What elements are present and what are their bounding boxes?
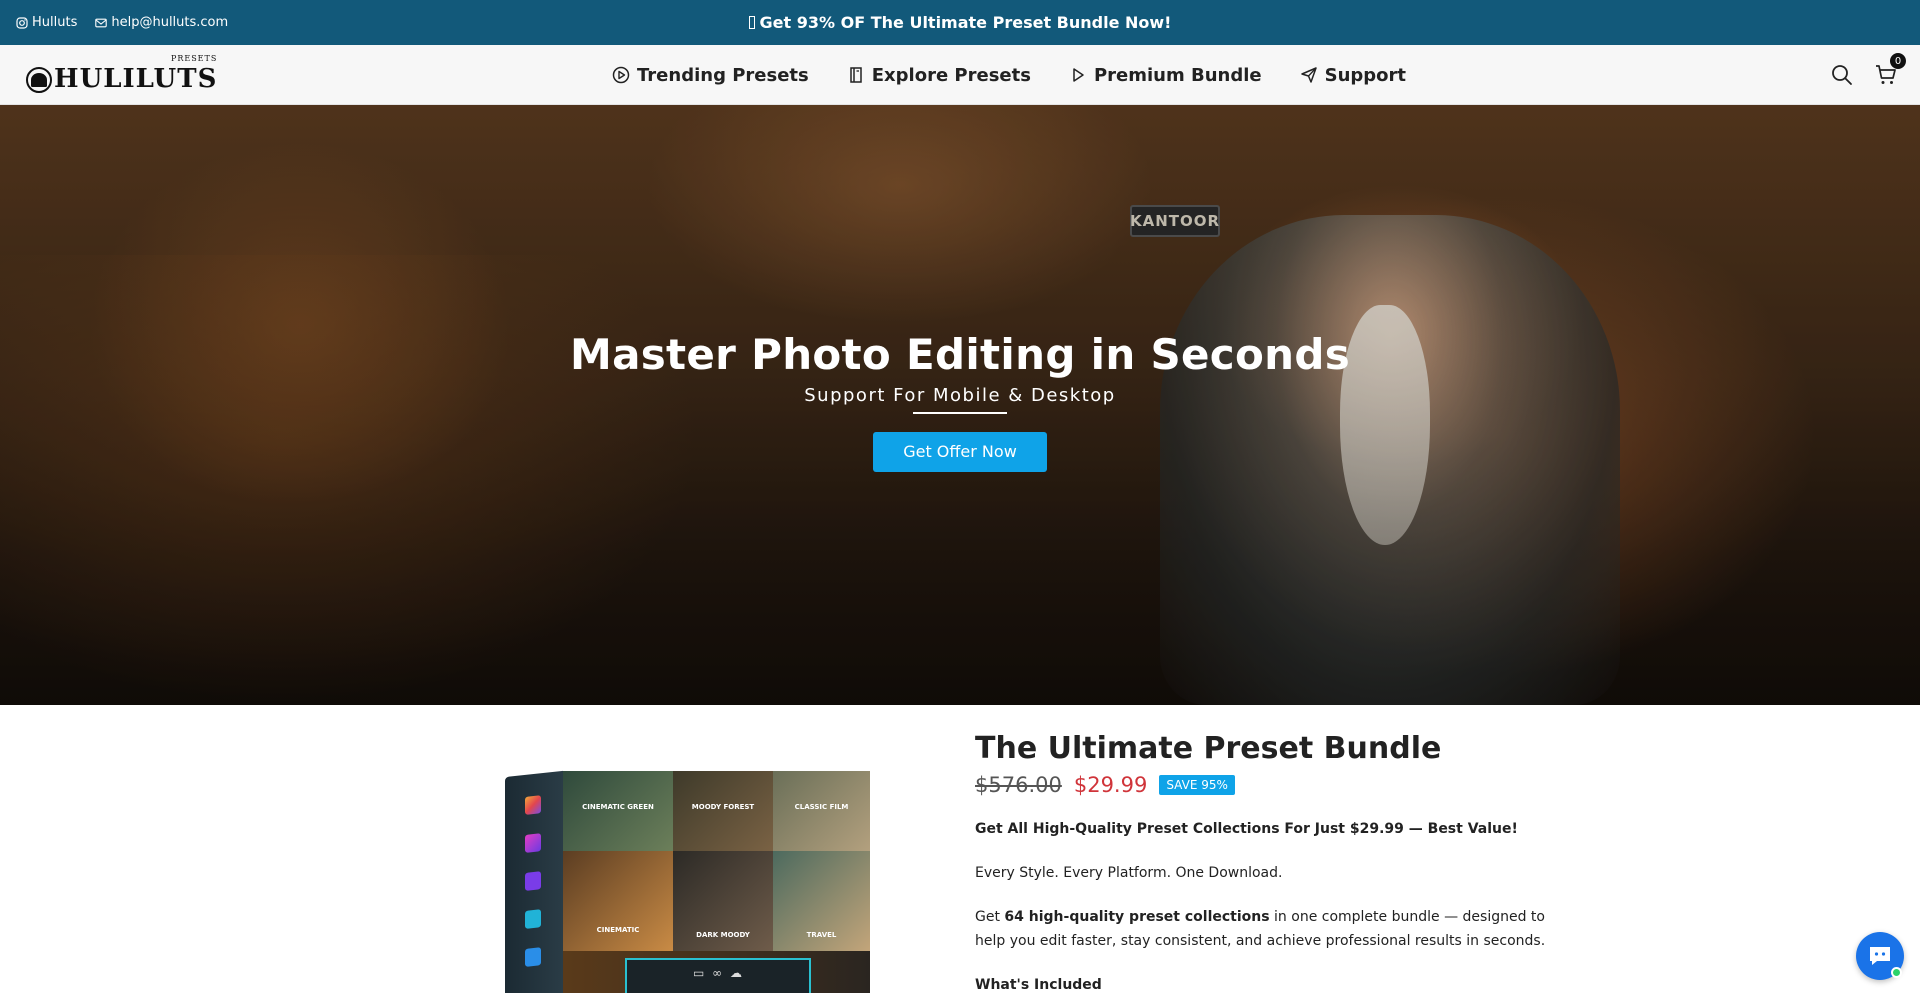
placeholder-glyph-icon [748,16,755,29]
product-lead: Get All High-Quality Preset Collections … [975,821,1518,837]
whats-included-heading: What's Included [975,977,1102,993]
hero-divider [913,412,1007,414]
app-logo-icon [525,795,541,815]
box-info-panel: ▭ ∞ ☁ [625,958,811,993]
play-icon [1073,68,1084,82]
product-tagline: Every Style. Every Platform. One Downloa… [975,865,1283,881]
promo-message[interactable]: Get 93% OF The Ultimate Preset Bundle No… [0,0,1920,45]
save-badge: SAVE 95% [1159,775,1235,795]
product-title: The Ultimate Preset Bundle [975,731,1442,766]
chat-bot-icon [1870,947,1890,965]
site-logo[interactable]: HULILUTS PRESETS [26,54,218,94]
product-info: The Ultimate Preset Bundle $576.00 $29.9… [975,705,1555,993]
preview-label: TRAVEL [806,931,837,939]
box-spine [505,770,563,993]
main-nav: Trending Presets Explore Presets Premium… [612,45,1406,105]
nav-explore-presets[interactable]: Explore Presets [847,65,1031,86]
description-start: Get [975,909,1005,925]
product-description: Get 64 high-quality preset collections i… [975,905,1555,953]
app-logo-icon [525,909,541,929]
logo-tagline: PRESETS [170,54,218,63]
nav-label: Trending Presets [637,64,809,86]
get-offer-button[interactable]: Get Offer Now [873,432,1047,472]
cart-count-badge: 0 [1890,53,1906,69]
nav-label: Premium Bundle [1093,64,1262,86]
hero-title: Master Photo Editing in Seconds [569,330,1350,379]
preview-tile: DARK MOODY [673,851,773,951]
book-icon [850,67,862,83]
preview-tile: MOODY FOREST [673,771,773,851]
hero-banner: KANTOOR Master Photo Editing in Seconds … [0,105,1920,705]
description-highlight: 64 high-quality preset collections [1004,909,1270,925]
preview-tile: CINEMATIC [563,851,673,951]
platform-icons: ▭ ∞ ☁ [693,966,744,980]
online-status-dot [1891,967,1902,978]
preview-tile: CLASSIC FILM [773,771,870,851]
palm-tree-logo-icon [26,67,52,93]
app-logo-icon [525,947,541,967]
nav-label: Explore Presets [871,64,1031,86]
announcement-bar: Hulluts help@hulluts.com Get 93% OF The … [0,0,1920,45]
header-actions: 0 [1830,45,1906,105]
nav-premium-bundle[interactable]: Premium Bundle [1069,65,1262,86]
promo-text: Get 93% OF The Ultimate Preset Bundle No… [759,13,1172,32]
search-button[interactable] [1830,63,1854,87]
sale-price: $29.99 [1073,773,1148,797]
preview-label: CINEMATIC [596,926,640,934]
preview-tile: CINEMATIC GREEN [563,771,673,851]
app-logo-icon [525,871,541,891]
hero-subtitle: Support For Mobile & Desktop [804,385,1116,406]
hero-content: Master Photo Editing in Seconds Support … [0,330,1920,472]
product-section: CINEMATIC GREEN MOODY FOREST CLASSIC FIL… [0,705,1920,993]
nav-label: Support [1324,64,1407,86]
logo-wordmark: HULILUTS [54,64,218,94]
nav-support[interactable]: Support [1300,65,1406,86]
preview-tile: TRAVEL [773,851,870,951]
nav-trending-presets[interactable]: Trending Presets [612,65,809,86]
box-front: CINEMATIC GREEN MOODY FOREST CLASSIC FIL… [563,771,870,993]
price-row: $576.00 $29.99 SAVE 95% [975,769,1555,801]
compare-price: $576.00 [975,773,1062,797]
preview-label: DARK MOODY [696,931,750,939]
site-header: HULILUTS PRESETS Trending Presets Explor… [0,45,1920,105]
preview-label: CINEMATIC GREEN [582,803,654,811]
send-icon [1300,67,1317,83]
preview-label: MOODY FOREST [691,803,755,811]
preview-label: CLASSIC FILM [794,803,849,811]
product-box-image[interactable]: CINEMATIC GREEN MOODY FOREST CLASSIC FIL… [505,767,870,993]
app-logo-icon [525,833,541,853]
search-icon [1832,65,1852,85]
play-circle-icon [612,66,630,84]
chat-widget-button[interactable] [1856,932,1904,980]
cart-button[interactable]: 0 [1874,53,1906,87]
